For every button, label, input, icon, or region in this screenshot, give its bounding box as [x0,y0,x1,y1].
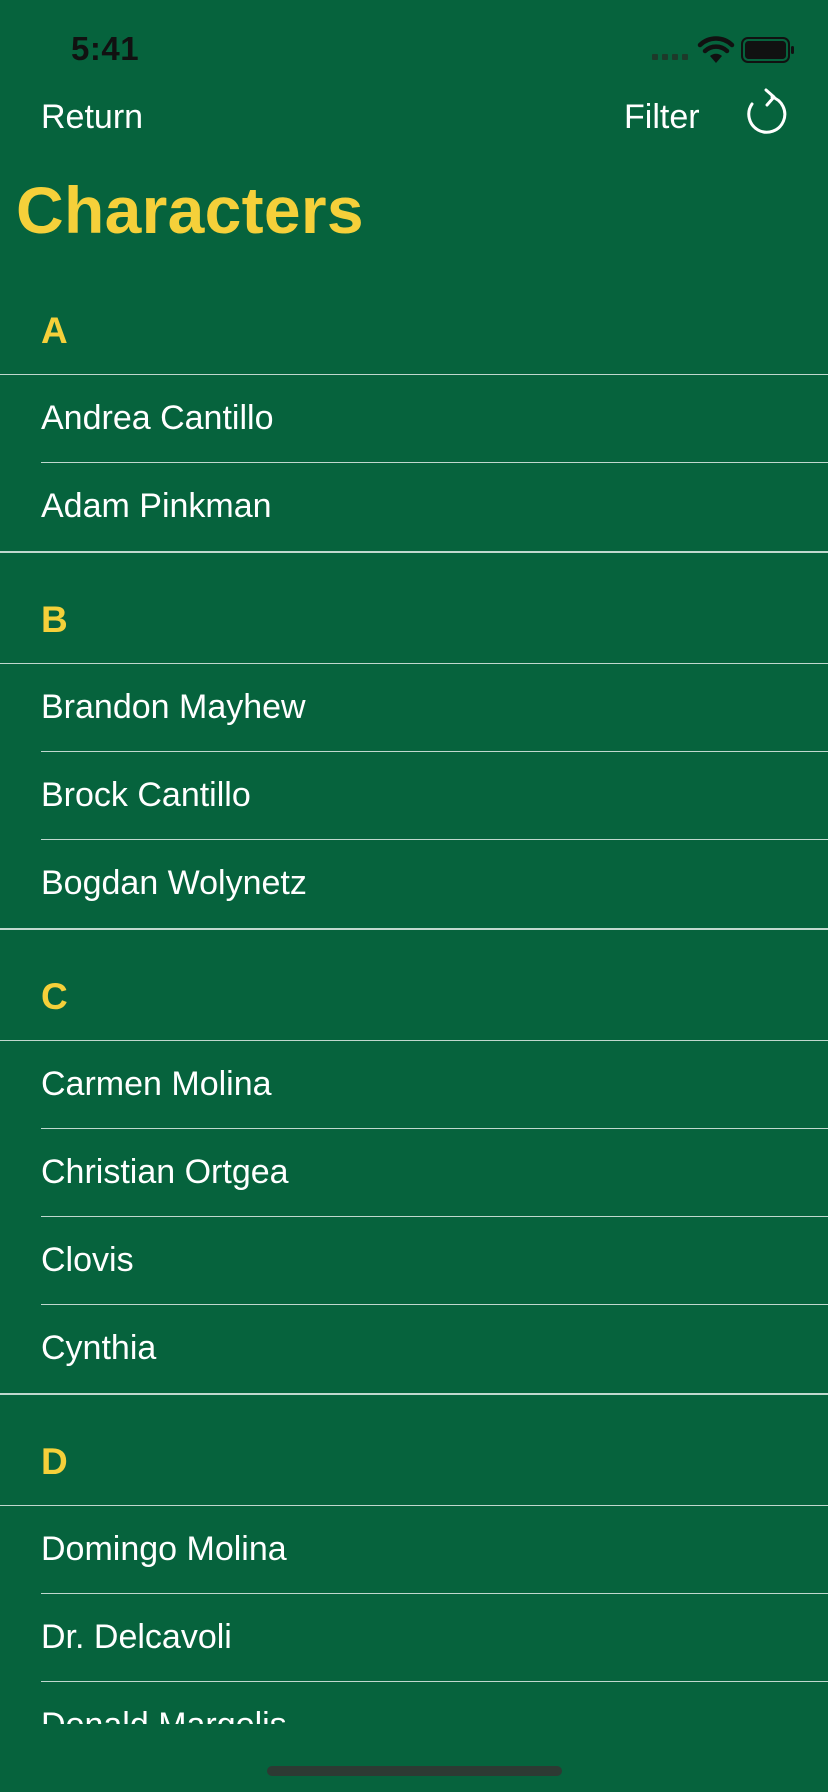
character-row[interactable]: Dr. Delcavoli [0,1594,828,1682]
section-letter: A [41,310,68,351]
character-name: Adam Pinkman [41,487,272,525]
character-row[interactable]: Bogdan Wolynetz [0,840,828,928]
refresh-icon[interactable] [742,88,790,140]
character-name: Domingo Molina [41,1530,287,1568]
character-name: Clovis [41,1241,134,1279]
section-header-d: D [0,1393,828,1506]
character-row[interactable]: Clovis [0,1217,828,1305]
character-name: Dr. Delcavoli [41,1618,232,1656]
character-name: Christian Ortgea [41,1153,289,1191]
cellular-signal-icon [652,54,688,60]
section-header-a: A [0,290,828,375]
section-header-c: C [0,928,828,1041]
section-letter: B [41,599,68,640]
character-name: Cynthia [41,1329,157,1367]
character-row[interactable]: Domingo Molina [0,1506,828,1594]
page-title: Characters [16,173,364,247]
character-name: Brandon Mayhew [41,688,306,726]
character-name: Bogdan Wolynetz [41,864,307,902]
home-indicator[interactable] [267,1766,562,1776]
section-letter: C [41,976,68,1017]
character-row[interactable]: Carmen Molina [0,1041,828,1129]
screen: 5:41 Return Filter Characters A Andrea Ca… [0,0,828,1792]
return-button[interactable]: Return [41,98,143,137]
status-bar: 5:41 [0,0,828,100]
filter-button[interactable]: Filter [624,98,700,137]
status-time: 5:41 [71,30,140,67]
wifi-icon [697,36,735,63]
character-row[interactable]: Brandon Mayhew [0,664,828,752]
character-row[interactable]: Brock Cantillo [0,752,828,840]
character-row[interactable]: Cynthia [0,1305,828,1393]
character-list: A Andrea Cantillo Adam Pinkman B Brandon May… [0,290,828,1770]
character-row[interactable]: Christian Ortgea [0,1129,828,1217]
battery-icon [741,37,794,63]
character-row[interactable]: Andrea Cantillo [0,375,828,463]
section-letter: D [41,1441,68,1482]
section-header-b: B [0,551,828,664]
character-name: Andrea Cantillo [41,399,274,437]
character-name: Carmen Molina [41,1065,272,1103]
bottom-safe-area [0,1724,828,1792]
character-name: Brock Cantillo [41,776,251,814]
character-row[interactable]: Adam Pinkman [0,463,828,551]
